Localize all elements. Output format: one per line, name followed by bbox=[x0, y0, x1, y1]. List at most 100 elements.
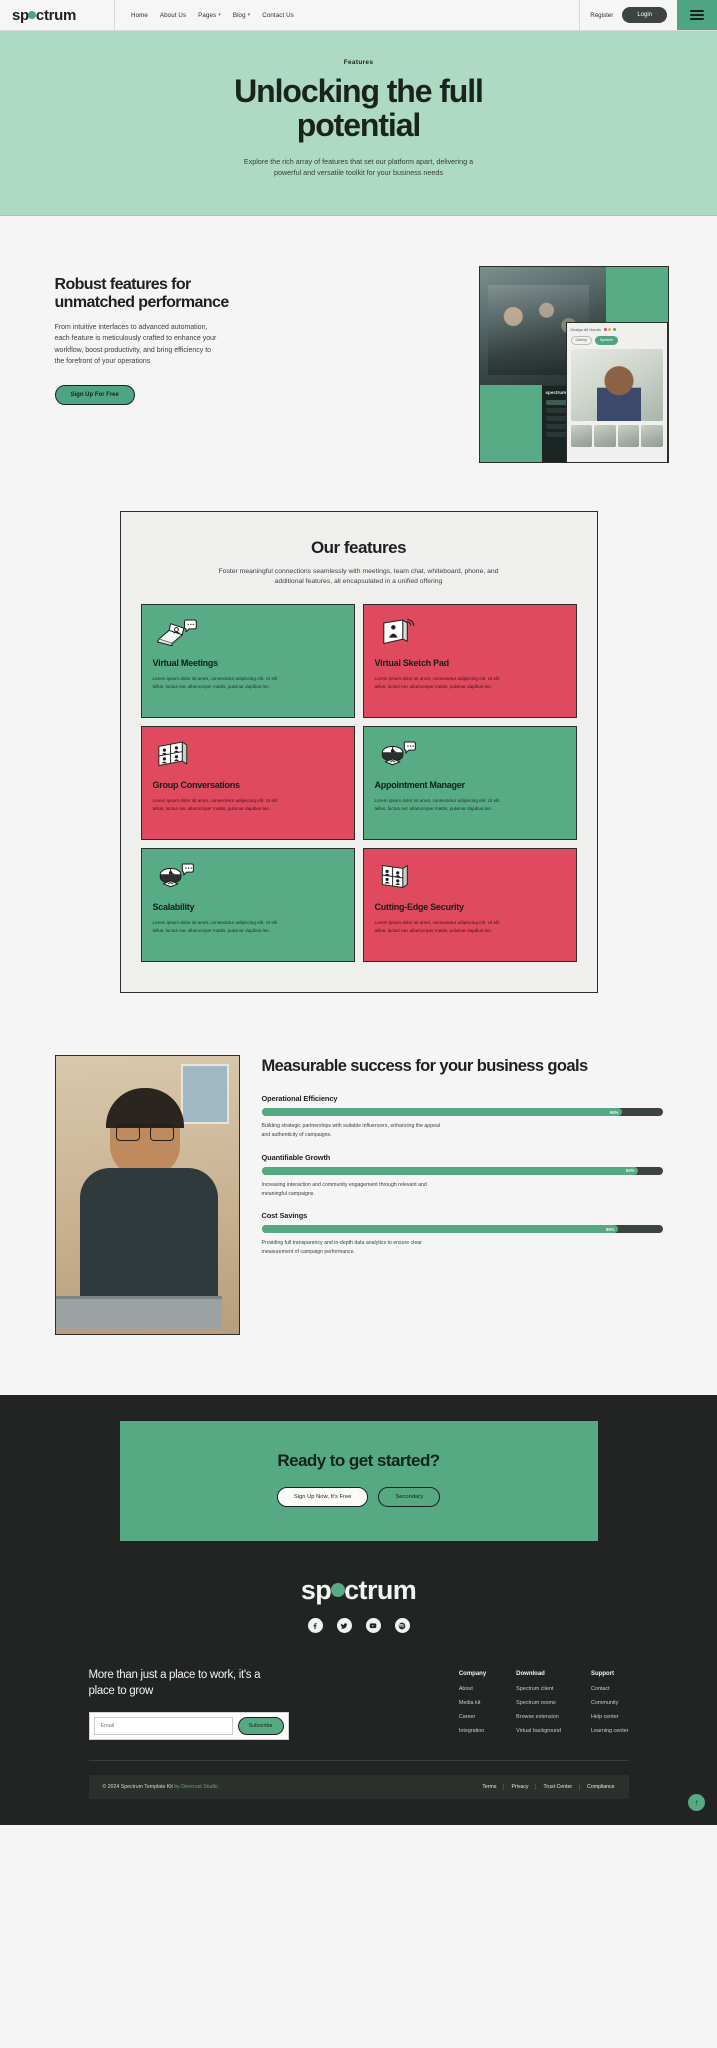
copyright: © 2024 Spectrum Template Kit by Devcrust… bbox=[103, 1784, 218, 1790]
credit-link[interactable]: by Devcrust Studio bbox=[174, 1784, 218, 1790]
legal-link-privacy[interactable]: Privacy bbox=[504, 1784, 537, 1791]
subscribe-form: Subscribe bbox=[88, 1712, 289, 1741]
email-input[interactable] bbox=[93, 1717, 233, 1736]
footer-logo[interactable]: sp ctrum bbox=[0, 1541, 717, 1618]
view-chips: Gallery Speaker bbox=[570, 335, 663, 345]
logo[interactable]: sp ctrum bbox=[0, 0, 115, 30]
youtube-icon[interactable] bbox=[365, 1618, 381, 1634]
facebook-icon[interactable] bbox=[307, 1618, 323, 1634]
metric-cost-savings: Cost Savings 89% Providing full transpar… bbox=[261, 1211, 663, 1257]
hero-subtitle: Explore the rich array of features that … bbox=[243, 157, 474, 178]
metric-label: Operational Efficiency bbox=[261, 1094, 338, 1104]
footer-newsletter: More than just a place to work, it's a p… bbox=[88, 1667, 349, 1742]
footer-link-spectrum-rooms[interactable]: Spectrum rooms bbox=[516, 1700, 561, 1706]
twitter-icon[interactable] bbox=[336, 1618, 352, 1634]
meeting-panel-mock: Design All Hands Gallery Speaker bbox=[565, 321, 668, 462]
thumbnail bbox=[617, 424, 639, 447]
subscribe-button[interactable]: Subscribe bbox=[237, 1717, 284, 1736]
burger-line bbox=[690, 14, 704, 16]
chip-gallery[interactable]: Gallery bbox=[570, 335, 592, 345]
nav-link-about-us[interactable]: About Us bbox=[160, 12, 186, 19]
dot bbox=[608, 327, 612, 331]
feature-card-title: Scalability bbox=[152, 902, 195, 913]
progress-bar: 94% bbox=[261, 1166, 663, 1175]
feature-card-appointment-manager[interactable]: Appointment Manager Lorem ipsum dolor si… bbox=[362, 726, 577, 841]
sign-up-now-button[interactable]: Sign Up Now, It's Free bbox=[276, 1487, 369, 1508]
robust-title: Robust features for unmatched performanc… bbox=[54, 275, 230, 311]
nav-link-label: Home bbox=[131, 11, 148, 19]
photo-hair bbox=[105, 1088, 184, 1129]
feature-card-cutting-edge-security[interactable]: Cutting-Edge Security Lorem ipsum dolor … bbox=[362, 848, 577, 963]
footer-link-about[interactable]: About bbox=[459, 1686, 486, 1692]
login-button[interactable]: Login bbox=[622, 7, 667, 23]
navbar: sp ctrum Home About Us Pages ▾ Blog ▾ Conta… bbox=[0, 0, 717, 31]
green-block-bottom-left bbox=[479, 384, 542, 462]
legal-link-compliance[interactable]: Compliance bbox=[580, 1784, 614, 1790]
footer-link-spectrum-client[interactable]: Spectrum client bbox=[516, 1686, 561, 1692]
logo-dot-icon bbox=[28, 10, 37, 19]
footer-column-company: Company About Media kit Career Integrati… bbox=[459, 1671, 486, 1742]
dot bbox=[603, 327, 607, 331]
footer-bottom-bar: © 2024 Spectrum Template Kit by Devcrust… bbox=[88, 1775, 629, 1800]
thumbnail bbox=[641, 424, 663, 447]
chip-speaker[interactable]: Speaker bbox=[594, 335, 619, 345]
footer-link-integration[interactable]: Integration bbox=[459, 1728, 486, 1734]
footer-link-learning-center[interactable]: Learning center bbox=[591, 1728, 628, 1734]
footer-link-community[interactable]: Community bbox=[591, 1700, 628, 1706]
hamburger-menu-icon[interactable] bbox=[677, 0, 717, 30]
feature-card-title: Cutting-Edge Security bbox=[374, 902, 465, 913]
nav-link-contact-us[interactable]: Contact Us bbox=[262, 12, 294, 19]
progress-percent: 89% bbox=[605, 1226, 615, 1232]
photo-laptop bbox=[55, 1296, 222, 1331]
grid-people-icon bbox=[153, 739, 343, 773]
sign-up-for-free-button[interactable]: Sign Up For Free bbox=[54, 385, 135, 406]
footer-link-browse-extension[interactable]: Browse extension bbox=[516, 1714, 561, 1720]
clock-chat-icon bbox=[153, 861, 343, 895]
secondary-button[interactable]: Secondary bbox=[378, 1487, 441, 1508]
footer-logo-text: sp ctrum bbox=[300, 1575, 417, 1606]
nav-link-home[interactable]: Home bbox=[131, 12, 148, 19]
feature-card-body: Lorem ipsum dolor sit amet, consectetur … bbox=[152, 920, 278, 934]
feature-card-virtual-sketch-pad[interactable]: Virtual Sketch Pad Lorem ipsum dolor sit… bbox=[362, 604, 577, 719]
feature-card-virtual-meetings[interactable]: Virtual Meetings Lorem ipsum dolor sit a… bbox=[140, 604, 355, 719]
feature-card-body: Lorem ipsum dolor sit amet, consectetur … bbox=[374, 676, 500, 690]
robust-image-block: spectrum Design All Hands Gallery Speake… bbox=[478, 265, 669, 463]
copyright-text: © 2024 Spectrum Template Kit bbox=[102, 1784, 173, 1791]
footer-link-career[interactable]: Career bbox=[459, 1714, 486, 1720]
feature-card-title: Virtual Sketch Pad bbox=[374, 658, 450, 669]
nav-link-pages[interactable]: Pages ▾ bbox=[198, 12, 221, 19]
feature-card-group-conversations[interactable]: Group Conversations Lorem ipsum dolor si… bbox=[140, 726, 355, 841]
robust-features-section: Robust features for unmatched performanc… bbox=[49, 216, 669, 511]
legal-link-terms[interactable]: Terms bbox=[475, 1784, 505, 1791]
hero-eyebrow: Features bbox=[343, 59, 374, 66]
footer-column-support: Support Contact Community Help center Le… bbox=[591, 1671, 628, 1742]
footer-link-media-kit[interactable]: Media kit bbox=[459, 1700, 486, 1706]
progress-bar: 90% bbox=[261, 1108, 663, 1117]
footer-headline: More than just a place to work, it's a p… bbox=[88, 1669, 261, 1698]
chevron-down-icon: ▾ bbox=[218, 12, 221, 18]
footer-link-help-center[interactable]: Help center bbox=[591, 1714, 628, 1720]
logo-text: sp ctrum bbox=[12, 6, 77, 24]
cta-title: Ready to get started? bbox=[277, 1451, 440, 1471]
page-title: Unlocking the full potential bbox=[234, 73, 484, 143]
features-title: Our features bbox=[310, 537, 407, 557]
register-link[interactable]: Register bbox=[590, 12, 613, 19]
metric-quantifiable-growth: Quantifiable Growth 94% Increasing inter… bbox=[261, 1153, 663, 1199]
footer-link-contact[interactable]: Contact bbox=[591, 1686, 628, 1692]
metric-label: Cost Savings bbox=[261, 1211, 308, 1221]
burger-line bbox=[690, 10, 704, 12]
feature-card-body: Lorem ipsum dolor sit amet, consectetur … bbox=[152, 676, 278, 690]
video-tile bbox=[570, 348, 663, 421]
spotify-icon[interactable] bbox=[394, 1618, 410, 1634]
nav-link-blog[interactable]: Blog ▾ bbox=[233, 12, 250, 19]
progress-bar: 89% bbox=[261, 1225, 663, 1234]
footer-link-virtual-background[interactable]: Virtual background bbox=[516, 1728, 561, 1734]
footer-column-title: Download bbox=[516, 1671, 545, 1678]
dot bbox=[612, 327, 616, 331]
footer-column-download: Download Spectrum client Spectrum rooms … bbox=[516, 1671, 561, 1742]
hero-section: Features Unlocking the full potential Ex… bbox=[0, 31, 717, 216]
legal-link-trust-center[interactable]: Trust Center bbox=[536, 1784, 581, 1791]
progress-percent: 90% bbox=[610, 1109, 619, 1115]
feature-card-scalability[interactable]: Scalability Lorem ipsum dolor sit amet, … bbox=[140, 848, 355, 963]
thumbnail bbox=[594, 424, 616, 447]
